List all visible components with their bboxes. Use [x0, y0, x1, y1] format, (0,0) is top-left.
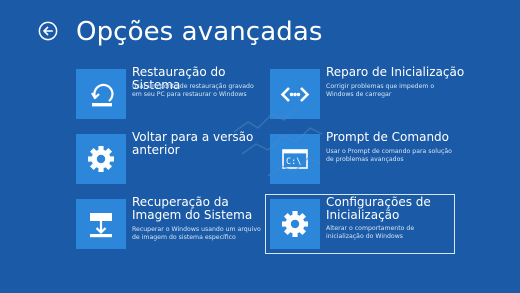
option-title: Prompt de Comando: [326, 130, 450, 144]
option-tile: [270, 69, 320, 119]
option-system-image-recovery[interactable]: Recuperação da Imagem do Sistema Recuper…: [76, 196, 262, 249]
option-startup-settings[interactable]: Configurações de Inicialização Alterar o…: [265, 194, 455, 254]
option-description: Corrigir problemas que impedem o Windows…: [326, 83, 435, 98]
option-tile: [76, 199, 126, 249]
option-tile: [76, 134, 126, 184]
back-button[interactable]: [38, 21, 58, 41]
system-image-icon: [90, 213, 112, 238]
option-system-restore[interactable]: Restauração do Sistema Usar um ponto de …: [76, 66, 262, 119]
option-title: Recuperação da Imagem do Sistema: [132, 195, 253, 222]
option-go-back[interactable]: Voltar para a versão anterior: [76, 131, 262, 184]
option-title: Configurações de Inicialização: [326, 195, 431, 222]
svg-text:C:\: C:\: [286, 157, 301, 167]
gear-icon: [88, 146, 114, 172]
command-prompt-icon: C:\: [282, 149, 308, 169]
option-description: Alterar o comportamento de inicialização…: [326, 225, 415, 240]
option-tile: C:\: [270, 134, 320, 184]
page-title: Opções avançadas: [76, 17, 323, 47]
option-command-prompt[interactable]: C:\ Prompt de Comando Usar o Prompt de c…: [270, 131, 456, 184]
option-title: Reparo de Inicialização: [326, 65, 465, 79]
option-description: Usar o Prompt de comando para solução de…: [326, 148, 452, 163]
code-brackets-icon: [280, 87, 310, 102]
restore-icon: [91, 83, 114, 107]
option-tile: [270, 199, 320, 249]
option-description: Recuperar o Windows usando um arquivo de…: [132, 226, 261, 241]
option-title: Voltar para a versão anterior: [132, 130, 254, 157]
option-startup-repair[interactable]: Reparo de Inicialização Corrigir problem…: [270, 66, 464, 119]
gear-icon: [282, 211, 308, 237]
back-arrow-circle-icon: [38, 21, 58, 41]
option-description: Usar um ponto de restauração gravado em …: [132, 83, 254, 98]
option-tile: [76, 69, 126, 119]
